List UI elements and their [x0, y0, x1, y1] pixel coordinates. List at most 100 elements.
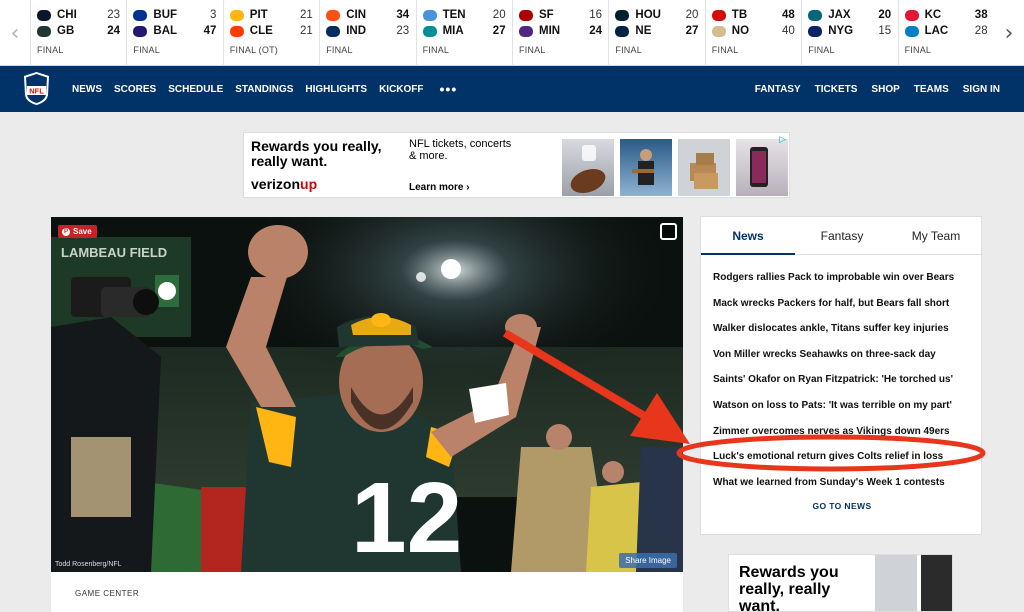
team-row-away: TB 48 — [711, 7, 795, 23]
score-card[interactable]: CIN 34 IND 23 FINAL — [319, 0, 415, 66]
news-headline-link[interactable]: Walker dislocates ankle, Titans suffer k… — [713, 316, 954, 342]
team-row-away: CHI 23 — [37, 7, 120, 23]
score-card[interactable]: BUF 3 BAL 47 FINAL — [126, 0, 222, 66]
score-card[interactable]: TB 48 NO 40 FINAL — [704, 0, 801, 66]
main-nav: NFL NEWS SCORES SCHEDULE STANDINGS HIGHLIGHT… — [0, 66, 1024, 112]
news-widget: News Fantasy My Team Rodgers rallies Pack … — [700, 216, 983, 535]
tab-fantasy[interactable]: Fantasy — [795, 217, 889, 255]
team-logo-icon — [615, 9, 630, 21]
ad-football-image — [562, 139, 614, 196]
go-to-news-link[interactable]: GO TO NEWS — [701, 501, 983, 511]
nav-link-tickets[interactable]: TICKETS — [815, 84, 858, 95]
nav-link-highlights[interactable]: HIGHLIGHTS — [305, 84, 367, 95]
team-row-away: SF 16 — [519, 7, 602, 23]
sidebar-ad-football-image — [875, 555, 917, 611]
banner-ad[interactable]: Rewards you really, really want. verizon… — [243, 132, 790, 198]
score-card[interactable]: PIT 21 CLE 21 FINAL (OT) — [222, 0, 319, 66]
team-score: 34 — [396, 9, 410, 21]
team-logo-icon — [37, 25, 51, 37]
game-status: FINAL — [711, 45, 739, 55]
team-logo-icon — [904, 9, 919, 21]
ad-headline: Rewards you really, really want. — [251, 138, 382, 169]
hero-image[interactable]: LAMBEAU FIELD 12 P Save Todd Rosenberg/N… — [51, 217, 683, 572]
game-center-bar: GAME CENTER — [51, 572, 683, 612]
team-row-home: NE 27 — [615, 23, 698, 39]
sidebar-ad-phone-image — [921, 555, 952, 611]
team-score: 3 — [209, 9, 217, 21]
tab-my-team[interactable]: My Team — [889, 217, 983, 255]
team-row-home: LAC 28 — [904, 23, 988, 39]
team-logo-icon — [711, 25, 726, 37]
nav-link-teams[interactable]: TEAMS — [914, 84, 949, 95]
team-score: 21 — [300, 9, 313, 21]
scores-prev-arrow-icon[interactable]: ‹ — [0, 0, 30, 66]
team-score: 24 — [107, 25, 120, 37]
ad-phone-image — [736, 139, 788, 196]
tab-news[interactable]: News — [701, 217, 795, 255]
team-logo-icon — [229, 9, 244, 21]
brand-up: up — [300, 176, 318, 192]
news-headline-link[interactable]: Von Miller wrecks Seahawks on three-sack… — [713, 342, 954, 368]
team-row-away: KC 38 — [904, 7, 988, 23]
nav-link-schedule[interactable]: SCHEDULE — [168, 84, 223, 95]
team-abbr: MIN — [539, 25, 561, 37]
news-headline-link[interactable]: Saints' Okafor on Ryan Fitzpatrick: 'He … — [713, 367, 954, 393]
nav-link-shop[interactable]: SHOP — [871, 84, 899, 95]
expand-icon[interactable] — [660, 223, 677, 240]
team-score: 28 — [974, 25, 988, 37]
brand-verizon: verizon — [251, 176, 301, 192]
nav-link-scores[interactable]: SCORES — [114, 84, 156, 95]
team-row-home: IND 23 — [326, 23, 409, 39]
ad-choices-icon[interactable]: ▷ — [779, 134, 786, 145]
news-headline-link[interactable]: What we learned from Sunday's Week 1 con… — [713, 470, 954, 496]
more-menu-icon[interactable]: ••• — [440, 81, 458, 97]
sidebar-ad[interactable]: Rewards you really, really want. — [728, 554, 953, 612]
team-logo-icon — [326, 25, 341, 37]
score-card[interactable]: SF 16 MIN 24 FINAL — [512, 0, 608, 66]
score-card[interactable]: KC 38 LAC 28 FINAL — [897, 0, 994, 66]
pinterest-save-button[interactable]: P Save — [58, 225, 97, 238]
news-headline-link[interactable]: Watson on loss to Pats: 'It was terrible… — [713, 393, 954, 419]
nav-link-sign-in[interactable]: SIGN IN — [963, 84, 1000, 95]
team-score: 40 — [782, 25, 795, 37]
nav-link-news[interactable]: NEWS — [72, 84, 102, 95]
game-status: FINAL — [808, 45, 835, 55]
team-score: 20 — [878, 9, 892, 21]
ad-brand-logo: verizonup — [251, 176, 317, 192]
team-row-home: GB 24 — [37, 23, 120, 39]
nav-link-fantasy[interactable]: FANTASY — [755, 84, 801, 95]
news-headline-link[interactable]: Luck's emotional return gives Colts reli… — [713, 444, 954, 470]
team-score: 27 — [685, 25, 699, 37]
scores-next-arrow-icon[interactable]: › — [994, 0, 1024, 66]
nav-link-standings[interactable]: STANDINGS — [235, 84, 293, 95]
team-logo-icon — [229, 25, 244, 37]
team-logo-icon — [422, 9, 437, 21]
team-score: 48 — [782, 9, 795, 21]
news-headline-link[interactable]: Zimmer overcomes nerves as Vikings down … — [713, 419, 954, 445]
team-logo-icon — [37, 9, 51, 21]
game-status: FINAL — [133, 45, 160, 55]
team-logo-icon — [519, 9, 533, 21]
nav-link-kickoff[interactable]: KICKOFF — [379, 84, 423, 95]
score-card[interactable]: TEN 20 MIA 27 FINAL — [415, 0, 512, 66]
team-score: 20 — [685, 9, 699, 21]
sidebar-ad-headline: Rewards you really, really want. — [739, 564, 839, 612]
team-abbr: CHI — [57, 9, 77, 21]
game-center-label[interactable]: GAME CENTER — [75, 589, 139, 598]
news-headline-link[interactable]: Rodgers rallies Pack to improbable win o… — [713, 265, 954, 291]
score-card[interactable]: CHI 23 GB 24 FINAL — [30, 0, 126, 66]
team-abbr: LAC — [924, 25, 949, 37]
game-status: FINAL — [326, 45, 353, 55]
team-logo-icon — [808, 9, 823, 21]
game-status: FINAL — [615, 45, 642, 55]
share-image-button[interactable]: Share Image — [619, 553, 677, 568]
news-headline-link[interactable]: Mack wrecks Packers for half, but Bears … — [713, 291, 954, 317]
nfl-logo-icon[interactable]: NFL — [23, 71, 50, 106]
team-row-home: NYG 15 — [808, 23, 891, 39]
ad-learn-more-link[interactable]: Learn more › — [409, 182, 470, 193]
team-logo-icon — [615, 25, 630, 37]
score-card[interactable]: JAX 20 NYG 15 FINAL — [801, 0, 897, 66]
score-card[interactable]: HOU 20 NE 27 FINAL — [608, 0, 704, 66]
team-logo-icon — [326, 9, 341, 21]
team-abbr: IND — [346, 25, 366, 37]
